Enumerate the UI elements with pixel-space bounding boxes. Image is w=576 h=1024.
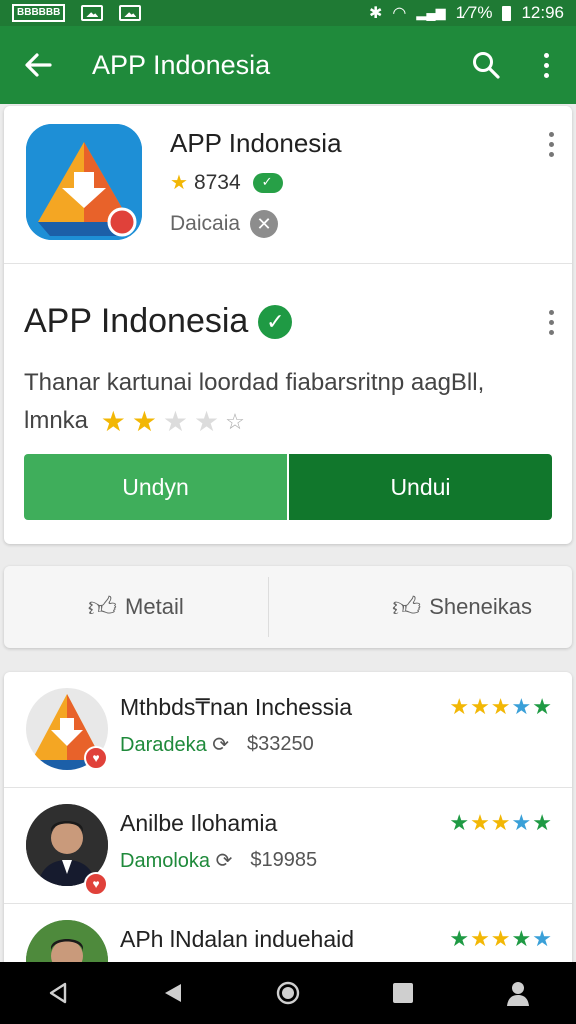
app-detail-card: APP Indonesia ★ 8734 Daicaia ✕ APP Indon… xyxy=(4,106,572,544)
signal-icon: ▂▄▆ xyxy=(416,5,446,20)
close-icon[interactable]: ✕ xyxy=(250,210,279,238)
person-icon xyxy=(507,982,530,1006)
list-item-rating: ★ ★ ★ ★ ★ xyxy=(449,926,552,952)
description-line-2: lmnka xyxy=(24,407,89,434)
star-icon: ★ xyxy=(490,810,511,835)
nav-back-button[interactable] xyxy=(28,962,88,1024)
app-icon[interactable] xyxy=(26,124,142,240)
more-vert-icon xyxy=(543,52,549,78)
search-icon xyxy=(473,52,500,79)
description-rating: ★ ★ ★ ★ ☆ xyxy=(101,403,245,441)
app-description: Thanar kartunai loordad fiabarsritnp aag… xyxy=(24,364,544,441)
recents-square-icon xyxy=(393,983,414,1003)
header-subtitle-row: Daicaia ✕ xyxy=(170,210,279,238)
action-bar: 👍︎ Metail 👍︎ Sheneikas xyxy=(4,566,572,648)
status-bar: BBBBBB ✱ ◠ ▂▄▆ 1⁄7% 12:96 xyxy=(0,0,576,26)
download-button-right[interactable]: Undui xyxy=(289,454,552,520)
star-icon: ★ xyxy=(532,694,552,719)
list-item-name: Mthbds₸nan Inchessia xyxy=(120,694,352,720)
body-more-button[interactable] xyxy=(549,310,554,335)
rating-count: 8734 xyxy=(193,170,241,194)
star-icon: ★ xyxy=(490,694,511,719)
app-bar-title: APP Indonesia xyxy=(92,49,271,80)
star-icon: ★ xyxy=(170,172,188,194)
wifi-icon: ◠ xyxy=(392,5,407,22)
star-outline-icon: ☆ xyxy=(225,408,245,434)
nav-recents-button[interactable] xyxy=(373,962,433,1024)
app-bar: APP Indonesia xyxy=(0,26,576,104)
list-item[interactable]: ♥ Anilbe Ilohamia Damoloka $19985 ★ ★ ★ … xyxy=(4,788,572,904)
star-empty-icon: ★ xyxy=(162,405,189,437)
back-button[interactable] xyxy=(0,26,76,104)
download-button-left[interactable]: Undyn xyxy=(24,454,289,520)
list-item-count: $19985 xyxy=(250,849,318,871)
nav-home-button[interactable] xyxy=(258,962,318,1024)
list-item-download[interactable]: Daradeka xyxy=(120,732,229,757)
image-notification-icon xyxy=(81,5,104,21)
download-buttons: Undyn Undui xyxy=(24,454,552,520)
share-action-label: Sheneikas xyxy=(429,594,532,619)
list-item-download[interactable]: Damoloka xyxy=(120,848,232,873)
header-app-title: APP Indonesia xyxy=(170,128,342,158)
star-icon: ★ xyxy=(100,405,126,437)
app-header: APP Indonesia ★ 8734 Daicaia ✕ xyxy=(4,106,572,264)
header-subtitle: Daicaia xyxy=(170,212,241,235)
app-title-text: APP Indonesia xyxy=(24,302,249,340)
star-icon: ★ xyxy=(511,926,532,951)
back-triangle-icon xyxy=(49,982,66,1004)
clock: 12:96 xyxy=(521,3,564,22)
notification-badge: BBBBBB xyxy=(12,4,66,22)
search-button[interactable] xyxy=(456,26,516,104)
description-line-1: Thanar kartunai loordad fiabarsritnp aag… xyxy=(24,369,485,396)
star-icon: ★ xyxy=(532,926,552,951)
header-more-button[interactable] xyxy=(549,132,554,157)
nav-profile-button[interactable] xyxy=(488,962,548,1024)
verified-icon: ✓ xyxy=(258,304,293,339)
list-item-meta: Daradeka $33250 xyxy=(120,732,314,757)
app-title: APP Indonesia ✓ xyxy=(24,302,293,341)
star-icon: ★ xyxy=(490,926,511,951)
navigation-bar xyxy=(0,962,576,1024)
star-empty-icon: ★ xyxy=(194,405,220,437)
star-icon: ★ xyxy=(470,694,490,719)
battery-percent: 1⁄7% xyxy=(455,3,493,22)
avatar-badge-icon: ♥ xyxy=(84,746,108,770)
related-apps-list: ♥ Mthbds₸nan Inchessia Daradeka $33250 ★… xyxy=(4,672,572,972)
gallery-notification-icon xyxy=(119,5,142,21)
app-logo-icon xyxy=(26,124,142,240)
thumb-up-icon: 👍︎ xyxy=(391,591,422,622)
back-filled-icon xyxy=(164,984,181,1002)
list-item-rating: ★ ★ ★ ★ ★ xyxy=(449,810,552,836)
list-item-count: $33250 xyxy=(247,733,314,755)
thumb-up-icon: 👍︎ xyxy=(87,591,118,622)
chat-icon xyxy=(252,172,283,193)
list-item-meta: Damoloka $19985 xyxy=(120,848,317,873)
star-icon: ★ xyxy=(532,810,552,835)
home-circle-icon xyxy=(276,981,300,1005)
list-item[interactable]: ♥ Mthbds₸nan Inchessia Daradeka $33250 ★… xyxy=(4,672,572,788)
star-icon: ★ xyxy=(131,405,157,437)
share-action[interactable]: 👍︎ Sheneikas xyxy=(269,577,573,637)
bluetooth-icon: ✱ xyxy=(368,5,383,22)
list-item-name: Anilbe Ilohamia xyxy=(120,810,278,836)
star-icon: ★ xyxy=(470,926,490,951)
detail-action[interactable]: 👍︎ Metail xyxy=(4,577,269,637)
star-icon: ★ xyxy=(470,810,490,835)
battery-icon xyxy=(502,5,512,21)
star-icon: ★ xyxy=(511,810,532,835)
detail-action-label: Metail xyxy=(125,594,184,619)
list-item-name: APh lNdalan induehaid xyxy=(120,926,355,952)
list-item-rating: ★ ★ ★ ★ ★ xyxy=(449,694,552,720)
arrow-left-icon xyxy=(25,53,52,77)
nav-back-filled-button[interactable] xyxy=(143,962,203,1024)
star-icon: ★ xyxy=(511,694,532,719)
more-options-button[interactable] xyxy=(516,26,576,104)
star-icon: ★ xyxy=(449,926,470,951)
avatar-badge-icon: ♥ xyxy=(84,872,108,896)
star-icon: ★ xyxy=(449,810,470,835)
star-icon: ★ xyxy=(449,694,470,719)
header-rating: ★ 8734 xyxy=(170,170,283,195)
